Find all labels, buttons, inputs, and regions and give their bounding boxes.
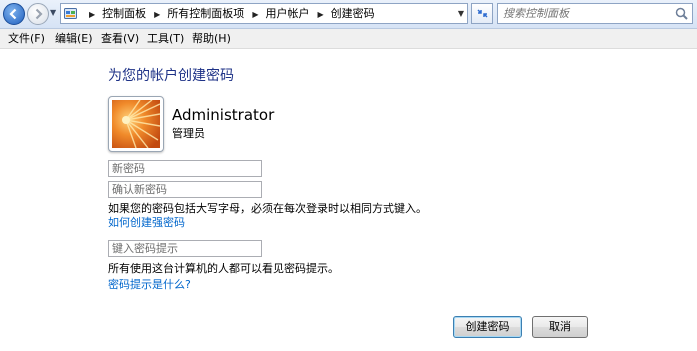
forward-arrow-icon [35,8,43,20]
breadcrumb-arrow-icon[interactable]: ▶ [317,10,323,19]
breadcrumb-arrow-icon[interactable]: ▶ [252,10,258,19]
menu-help[interactable]: 帮助(H) [192,29,231,48]
address-toolbar: ▼ ▶ 控制面板 ▶ 所有控制面板项 ▶ 用户帐户 ▶ 创建密码 ▼ [0,0,697,29]
user-name: Administrator [172,106,275,124]
menu-file[interactable]: 文件(F) [8,29,45,48]
breadcrumb-all-items[interactable]: 所有控制面板项 [167,7,244,20]
menu-tools[interactable]: 工具(T) [147,29,184,48]
page-title: 为您的帐户创建密码 [108,68,234,84]
search-input[interactable] [503,4,663,23]
breadcrumb-control-panel[interactable]: 控制面板 [102,7,146,20]
refresh-button[interactable] [471,3,493,24]
menu-view[interactable]: 查看(V) [101,29,139,48]
control-panel-icon [64,8,77,19]
refresh-icon [477,9,488,18]
confirm-password-field[interactable] [108,181,262,198]
cancel-button[interactable]: 取消 [532,316,588,338]
breadcrumb: ▶ 控制面板 ▶ 所有控制面板项 ▶ 用户帐户 ▶ 创建密码 [81,4,375,23]
breadcrumb-arrow-icon[interactable]: ▶ [89,10,95,19]
forward-button[interactable] [27,3,49,25]
search-box[interactable] [497,3,693,24]
main-content: 为您的帐户创建密码 Administrator 管理员 如果您的密码包括大写字母… [0,49,697,351]
create-password-button[interactable]: 创建密码 [453,316,522,338]
flower-picture-icon [112,100,160,148]
user-role: 管理员 [172,127,205,140]
menu-edit[interactable]: 编辑(E) [55,29,93,48]
address-dropdown-icon[interactable]: ▼ [458,4,464,23]
breadcrumb-user-accounts[interactable]: 用户帐户 [265,7,309,20]
back-button[interactable] [3,3,25,25]
hint-visibility-note: 所有使用这台计算机的人都可以看见密码提示。 [108,262,339,275]
password-hint-field[interactable] [108,240,262,257]
history-dropdown-icon[interactable]: ▼ [50,8,58,20]
strong-password-link[interactable]: 如何创建强密码 [108,214,185,230]
address-box[interactable]: ▶ 控制面板 ▶ 所有控制面板项 ▶ 用户帐户 ▶ 创建密码 ▼ [60,3,468,24]
avatar [108,96,164,152]
back-arrow-icon [9,8,17,20]
search-icon[interactable] [675,7,688,20]
password-hint-link[interactable]: 密码提示是什么? [108,276,191,292]
menu-bar: 文件(F) 编辑(E) 查看(V) 工具(T) 帮助(H) [0,29,697,49]
breadcrumb-create-password[interactable]: 创建密码 [331,7,375,20]
new-password-field[interactable] [108,160,262,177]
breadcrumb-arrow-icon[interactable]: ▶ [154,10,160,19]
